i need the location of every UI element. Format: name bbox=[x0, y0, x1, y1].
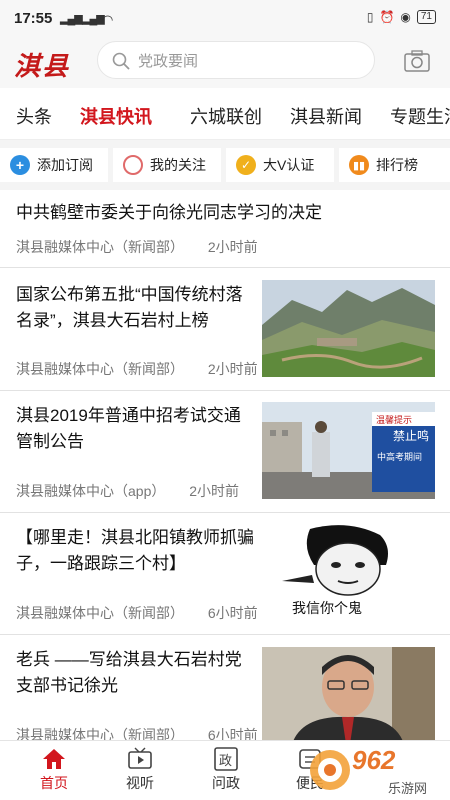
ranking-label: 排行榜 bbox=[376, 157, 418, 173]
news-meta: 淇县融媒体中心（app） 2小时前 bbox=[16, 481, 259, 501]
home-icon bbox=[43, 749, 65, 769]
tv-icon bbox=[128, 747, 152, 769]
tab-special-life[interactable]: 专题生活 bbox=[390, 103, 450, 129]
tab-qixian-news[interactable]: 淇县新闻 bbox=[290, 103, 362, 129]
app-logo: 淇县 bbox=[14, 52, 71, 82]
vibrate-icon: ▯ bbox=[366, 10, 374, 24]
status-bar: 17:55 ▂▄▆ ▂▄▆ ◠ ▯ ⏰ ◉ 71 bbox=[0, 0, 450, 36]
my-follow-label: 我的关注 bbox=[150, 157, 206, 173]
app-header: 淇县 bbox=[0, 36, 450, 88]
politics-icon: 政 bbox=[214, 747, 238, 771]
nav-home-label: 首页 bbox=[40, 775, 68, 791]
add-subscription-label: 添加订阅 bbox=[37, 157, 93, 173]
battery-icon: 71 bbox=[416, 10, 436, 24]
nav-video-label: 视听 bbox=[126, 775, 154, 791]
ranking-button[interactable]: ▮▮ 排行榜 bbox=[339, 148, 450, 182]
news-title: 淇县2019年普通中招考试交通管制公告 bbox=[16, 406, 241, 451]
plus-icon: + bbox=[10, 155, 30, 175]
wifi-icon: ◠ bbox=[102, 12, 113, 27]
news-source: 淇县融媒体中心（新闻部） bbox=[16, 361, 184, 377]
sign-text: 中高考期间 bbox=[377, 451, 422, 463]
bigv-verify-button[interactable]: ✓ 大V认证 bbox=[226, 148, 334, 182]
nav-home[interactable]: 首页 bbox=[24, 747, 84, 793]
news-meta: 淇县融媒体中心（新闻部） 2小时前 bbox=[16, 237, 278, 257]
news-thumbnail: 我信你个鬼 bbox=[262, 521, 435, 618]
nav-video[interactable]: 视听 bbox=[110, 747, 170, 793]
check-icon: ✓ bbox=[236, 155, 256, 175]
list-item[interactable]: 【哪里走！淇县北阳镇教师抓骗子，一路跟踪三个村】 淇县融媒体中心（新闻部） 6小… bbox=[0, 513, 450, 635]
news-meta: 淇县融媒体中心（新闻部） 2小时前 bbox=[16, 359, 278, 379]
news-time: 2小时前 bbox=[207, 361, 258, 377]
tab-headline[interactable]: 头条 bbox=[16, 103, 52, 129]
my-follow-button[interactable]: 我的关注 bbox=[113, 148, 221, 182]
watermark-text: 962 bbox=[352, 745, 396, 775]
quick-actions: + 添加订阅 我的关注 ✓ 大V认证 ▮▮ 排行榜 bbox=[0, 140, 450, 190]
news-time: 6小时前 bbox=[207, 605, 258, 621]
list-item[interactable]: 老兵 ——写给淇县大石岩村党支部书记徐光 淇县融媒体中心（新闻部） 6小时前 bbox=[0, 635, 450, 745]
signal-icon: ▂▄▆ bbox=[60, 13, 83, 25]
tab-qixian-express[interactable]: 淇县快讯 bbox=[80, 103, 152, 129]
news-title: 国家公布第五批“中国传统村落名录”，淇县大石岩村上榜 bbox=[16, 285, 243, 330]
search-input[interactable] bbox=[138, 50, 358, 72]
channel-tabs: 头条 淇县快讯 六城联创 淇县新闻 专题生活 bbox=[0, 88, 450, 140]
add-subscription-button[interactable]: + 添加订阅 bbox=[0, 148, 108, 182]
sign-text: 禁止鸣 bbox=[393, 428, 429, 443]
watermark-sub: 乐游网 bbox=[388, 781, 428, 796]
news-time: 2小时前 bbox=[189, 483, 240, 499]
status-time: 17:55 bbox=[14, 10, 53, 27]
bell-icon: ◉ bbox=[400, 10, 411, 24]
camera-icon[interactable] bbox=[404, 50, 430, 72]
list-item[interactable]: 中共鹤壁市委关于向徐光同志学习的决定 淇县融媒体中心（新闻部） 2小时前 bbox=[0, 190, 450, 268]
news-thumbnail: 温馨提示 禁止鸣 中高考期间 bbox=[262, 402, 435, 499]
news-thumbnail bbox=[262, 647, 435, 744]
list-item[interactable]: 淇县2019年普通中招考试交通管制公告 淇县融媒体中心（app） 2小时前 温馨… bbox=[0, 391, 450, 513]
list-item[interactable]: 国家公布第五批“中国传统村落名录”，淇县大石岩村上榜 淇县融媒体中心（新闻部） … bbox=[0, 268, 450, 391]
chart-icon: ▮▮ bbox=[349, 155, 369, 175]
bigv-verify-label: 大V认证 bbox=[263, 157, 315, 173]
tab-six-cities[interactable]: 六城联创 bbox=[190, 103, 262, 129]
news-title: 老兵 ——写给淇县大石岩村党支部书记徐光 bbox=[16, 650, 242, 695]
svg-text:政: 政 bbox=[219, 754, 232, 769]
meme-caption: 我信你个鬼 bbox=[292, 601, 362, 617]
news-time: 2小时前 bbox=[207, 239, 258, 255]
news-meta: 淇县融媒体中心（新闻部） 6小时前 bbox=[16, 603, 278, 623]
search-icon bbox=[112, 52, 130, 70]
news-title: 【哪里走！淇县北阳镇教师抓骗子，一路跟踪三个村】 bbox=[16, 528, 254, 573]
news-source: 淇县融媒体中心（新闻部） bbox=[16, 239, 184, 255]
news-title: 中共鹤壁市委关于向徐光同志学习的决定 bbox=[16, 203, 322, 222]
nav-politics-label: 问政 bbox=[212, 775, 240, 791]
circle-icon bbox=[123, 155, 143, 175]
news-source: 淇县融媒体中心（app） bbox=[16, 483, 166, 499]
alarm-icon: ⏰ bbox=[379, 10, 395, 24]
news-thumbnail bbox=[262, 280, 435, 377]
signal-icon-2: ▂▄▆ bbox=[82, 13, 105, 25]
nav-politics[interactable]: 政 问政 bbox=[196, 747, 256, 793]
search-bar[interactable] bbox=[97, 41, 375, 79]
news-source: 淇县融媒体中心（新闻部） bbox=[16, 605, 184, 621]
sign-text: 温馨提示 bbox=[376, 414, 412, 426]
